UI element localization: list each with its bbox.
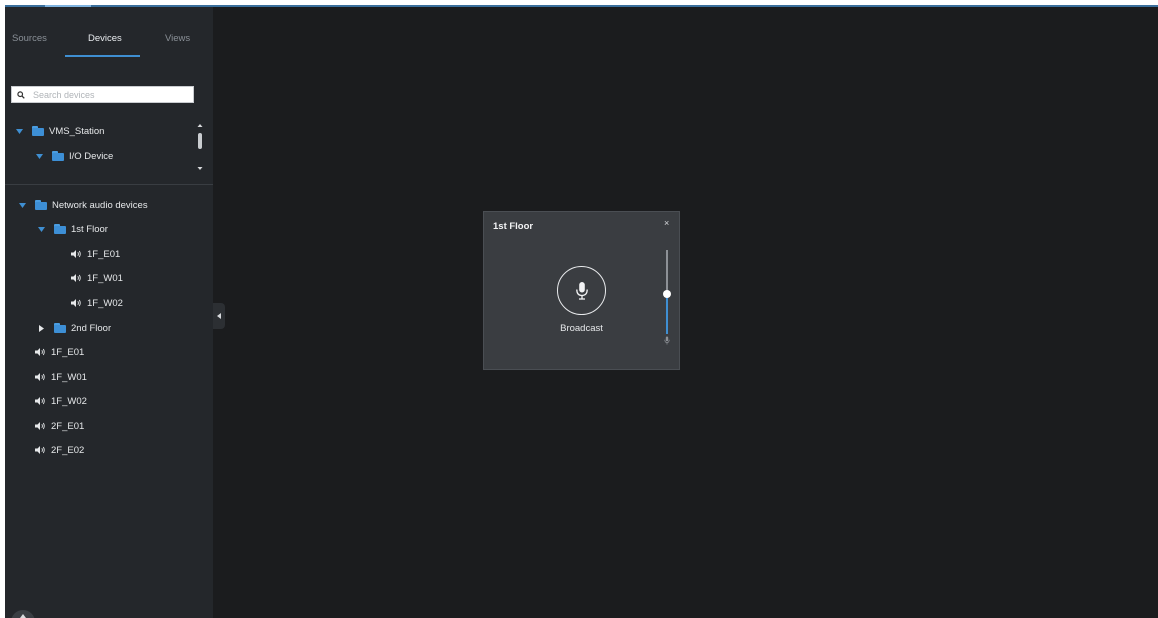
tree-item-io-device[interactable]: I/O Device (34, 148, 113, 164)
microphone-icon (575, 281, 588, 300)
tree-item-label: I/O Device (69, 150, 114, 162)
tree-item-label: 2nd Floor (71, 322, 112, 334)
bottom-expand-handle[interactable] (11, 610, 35, 618)
tree-item-label: 1F_W02 (51, 395, 87, 407)
tree-item-label: 1F_E01 (87, 248, 121, 260)
speaker-icon (71, 273, 82, 283)
tab-sources[interactable]: Sources (12, 33, 47, 44)
volume-fill (666, 293, 668, 334)
tree-item-1st-floor[interactable]: 1st Floor (36, 221, 108, 237)
speaker-icon (71, 298, 82, 308)
speaker-icon (35, 421, 46, 431)
broadcast-button[interactable] (557, 266, 606, 315)
sidebar-tabs: Sources Devices Views (5, 7, 213, 63)
tree-item-vms-station[interactable]: VMS_Station (14, 123, 104, 139)
tree-device-1f-e01-root[interactable]: 1F_E01 (35, 344, 84, 360)
search-input[interactable] (33, 89, 183, 100)
folder-icon (35, 200, 47, 210)
app-window: Sources Devices Views VMS_Station (5, 5, 1158, 618)
tree-device-1f-w01[interactable]: 1F_W01 (71, 270, 123, 286)
active-tab-underline (65, 55, 140, 57)
tree-item-label: 1F_W02 (87, 297, 123, 309)
sidebar-collapse-handle[interactable] (213, 303, 225, 329)
close-icon[interactable]: × (664, 218, 669, 228)
folder-icon (54, 323, 66, 333)
tree-device-2f-e01-root[interactable]: 2F_E01 (35, 418, 84, 434)
scroll-down-icon[interactable] (197, 166, 203, 171)
speaker-icon (35, 347, 46, 357)
speaker-icon (71, 249, 82, 259)
microphone-small-icon (664, 336, 670, 345)
tree-device-1f-w02-root[interactable]: 1F_W02 (35, 393, 87, 409)
tree-item-2nd-floor[interactable]: 2nd Floor (36, 320, 111, 336)
tree-item-label: 2F_E02 (51, 444, 85, 456)
chevron-up-icon (20, 614, 26, 618)
scroll-thumb[interactable] (198, 133, 202, 149)
search-icon (17, 86, 25, 104)
tree-device-1f-e01[interactable]: 1F_E01 (71, 246, 120, 262)
tab-views[interactable]: Views (165, 33, 190, 44)
volume-slider[interactable] (663, 250, 671, 334)
tree-device-2f-e02-root[interactable]: 2F_E02 (35, 442, 84, 458)
tree-device-1f-w02[interactable]: 1F_W02 (71, 295, 123, 311)
tree-device-1f-w01-root[interactable]: 1F_W01 (35, 369, 87, 385)
triangle-down-icon[interactable] (17, 200, 27, 210)
tab-devices[interactable]: Devices (88, 33, 122, 44)
tree-item-label: 1st Floor (71, 223, 108, 235)
speaker-icon (35, 372, 46, 382)
triangle-down-icon[interactable] (34, 151, 44, 161)
tree-item-label: 1F_W01 (87, 272, 123, 284)
search-box (11, 86, 194, 103)
triangle-down-icon[interactable] (36, 224, 46, 234)
triangle-down-icon[interactable] (14, 126, 24, 136)
tree-item-label: VMS_Station (49, 125, 105, 137)
tree-item-label: 1F_E01 (51, 346, 85, 358)
tree-item-network-audio-devices[interactable]: Network audio devices (17, 197, 148, 213)
folder-icon (54, 224, 66, 234)
folder-icon (32, 126, 44, 136)
tree-item-label: 2F_E01 (51, 420, 85, 432)
tree-item-label: Network audio devices (52, 199, 148, 211)
speaker-icon (35, 396, 46, 406)
sidebar: Sources Devices Views VMS_Station (5, 7, 213, 618)
broadcast-panel: 1st Floor × Broadcast (483, 211, 680, 370)
station-scrollbar[interactable] (197, 123, 203, 171)
chevron-left-icon (217, 313, 221, 319)
triangle-right-icon[interactable] (36, 323, 46, 333)
folder-icon (52, 151, 64, 161)
panel-title: 1st Floor (493, 221, 534, 232)
speaker-icon (35, 445, 46, 455)
scroll-up-icon[interactable] (197, 123, 203, 128)
broadcast-label: Broadcast (560, 323, 603, 334)
tree-item-label: 1F_W01 (51, 371, 87, 383)
volume-knob[interactable] (663, 289, 671, 298)
